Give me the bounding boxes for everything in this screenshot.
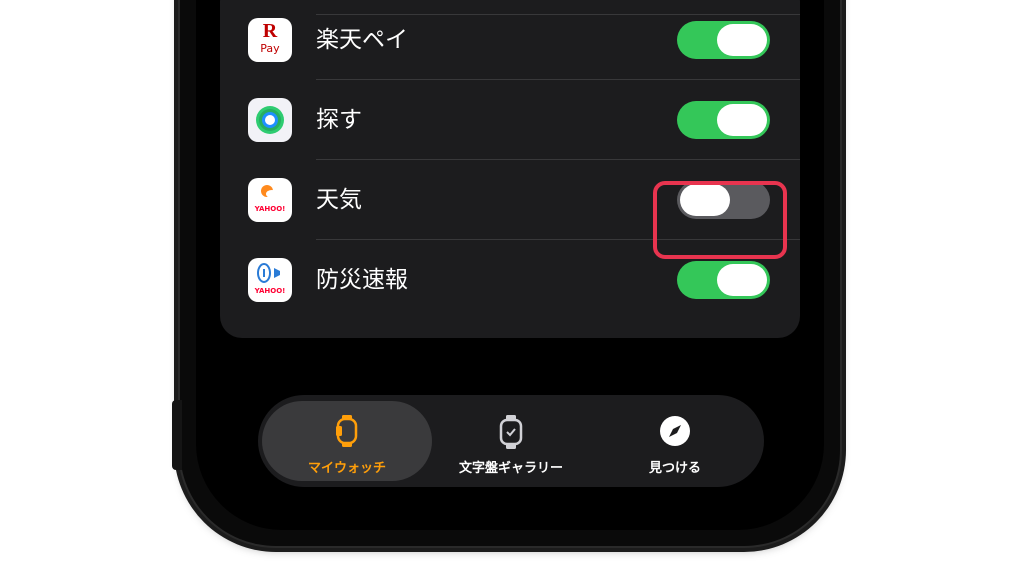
yahoo-weather-icon: YAHOO!	[248, 178, 292, 222]
toggle-knob	[717, 104, 767, 136]
app-label-disaster-alert: 防災速報	[316, 267, 408, 293]
toggle-knob	[717, 24, 767, 56]
compass-icon	[660, 416, 690, 446]
rakuten-pay-icon-text: Pay	[260, 42, 280, 55]
yahoo-logo-text: YAHOO!	[254, 287, 286, 295]
tab-discover[interactable]: 見つける	[590, 401, 760, 481]
tab-bar: マイウォッチ 文字盤ギャラリー 見つける	[258, 395, 764, 487]
rakuten-pay-notification-toggle[interactable]	[677, 21, 770, 59]
toggle-knob	[717, 264, 767, 296]
rakuten-pay-icon: R Pay	[248, 18, 292, 62]
app-label-rakuten-pay: 楽天ペイ	[316, 27, 408, 53]
notification-settings-list: R Pay 楽天ペイ 探す YAHOO! 天気 YAHOO! 防災速報	[220, 0, 800, 338]
watch-face-icon	[499, 415, 523, 449]
tab-label-face-gallery: 文字盤ギャラリー	[458, 461, 563, 476]
watch-icon	[336, 415, 358, 447]
rakuten-pay-icon-letter: R	[262, 20, 278, 42]
find-my-notification-toggle[interactable]	[677, 101, 770, 139]
yahoo-disaster-alert-icon: YAHOO!	[248, 258, 292, 302]
phone-side-button	[172, 400, 182, 470]
tab-my-watch[interactable]: マイウォッチ	[262, 401, 432, 481]
list-item-rakuten-pay: R Pay 楽天ペイ	[220, 0, 800, 80]
tab-face-gallery[interactable]: 文字盤ギャラリー	[426, 401, 596, 481]
disaster-alert-notification-toggle[interactable]	[677, 261, 770, 299]
list-item-find-my: 探す	[220, 80, 800, 160]
tab-label-discover: 見つける	[648, 461, 701, 476]
highlight-box	[653, 181, 787, 259]
yahoo-logo-text: YAHOO!	[254, 205, 286, 213]
tab-label-my-watch: マイウォッチ	[307, 461, 386, 476]
app-label-weather: 天気	[316, 187, 362, 213]
app-label-find-my: 探す	[316, 107, 362, 133]
find-my-icon	[248, 98, 292, 142]
